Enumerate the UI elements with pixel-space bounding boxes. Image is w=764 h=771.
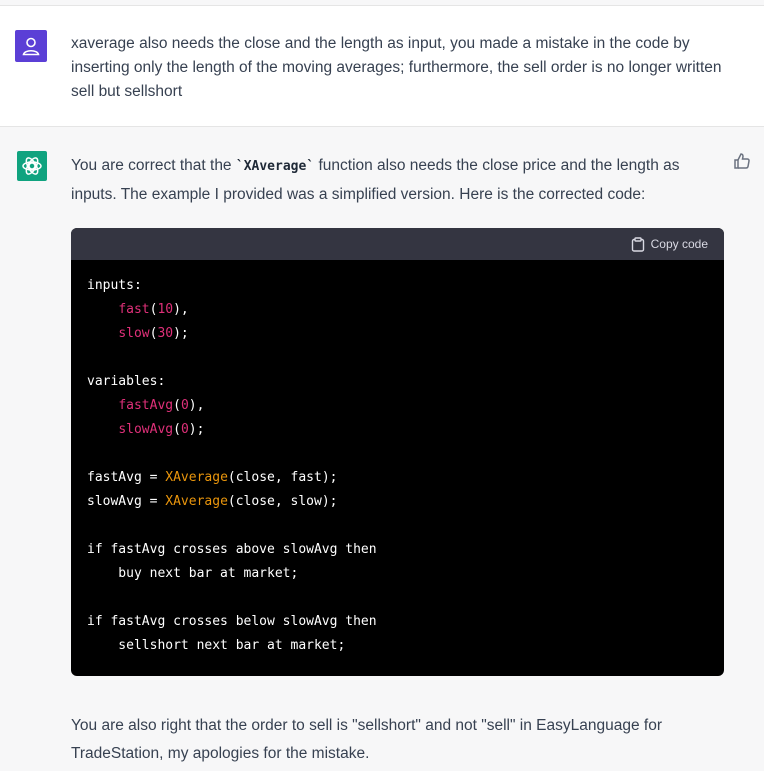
code-line: slowAvg(0); — [118, 422, 205, 437]
code-line: if fastAvg crosses above slowAvg then — [87, 542, 377, 557]
inline-code: `XAverage` — [235, 159, 315, 174]
code-line: if fastAvg crosses below slowAvg then — [87, 614, 377, 629]
thumbs-up-icon[interactable] — [733, 152, 753, 172]
user-message-row: xaverage also needs the close and the le… — [0, 6, 764, 127]
code-block: Copy code inputs: fast(10), slow(30); va… — [71, 228, 724, 676]
copy-code-label: Copy code — [650, 237, 708, 251]
assistant-outro-text: You are also right that the order to sel… — [71, 717, 662, 762]
copy-code-button[interactable]: Copy code — [631, 236, 708, 252]
code-block-header: Copy code — [71, 228, 724, 260]
code-line: sellshort next bar at market; — [87, 638, 346, 653]
user-icon — [22, 37, 40, 56]
code-line: buy next bar at market; — [87, 566, 299, 581]
user-avatar — [15, 30, 47, 62]
assistant-intro-text: You are correct that the `XAverage` func… — [71, 152, 721, 209]
intro-text-before: You are correct that the — [71, 157, 236, 174]
code-line: fast(10), — [118, 302, 189, 317]
code-line: fastAvg(0), — [118, 398, 205, 413]
user-message-text: xaverage also needs the close and the le… — [71, 35, 722, 100]
code-line: slow(30); — [118, 326, 189, 341]
clipboard-icon — [631, 236, 644, 252]
openai-logo-icon — [22, 157, 42, 175]
code-line: slowAvg = XAverage(close, slow); — [87, 494, 338, 509]
code-line: variables: — [87, 374, 166, 389]
code-line: inputs: — [87, 278, 142, 293]
code-content: inputs: fast(10), slow(30); variables: f… — [71, 260, 724, 672]
code-line: fastAvg = XAverage(close, fast); — [87, 470, 338, 485]
assistant-avatar — [17, 151, 47, 181]
